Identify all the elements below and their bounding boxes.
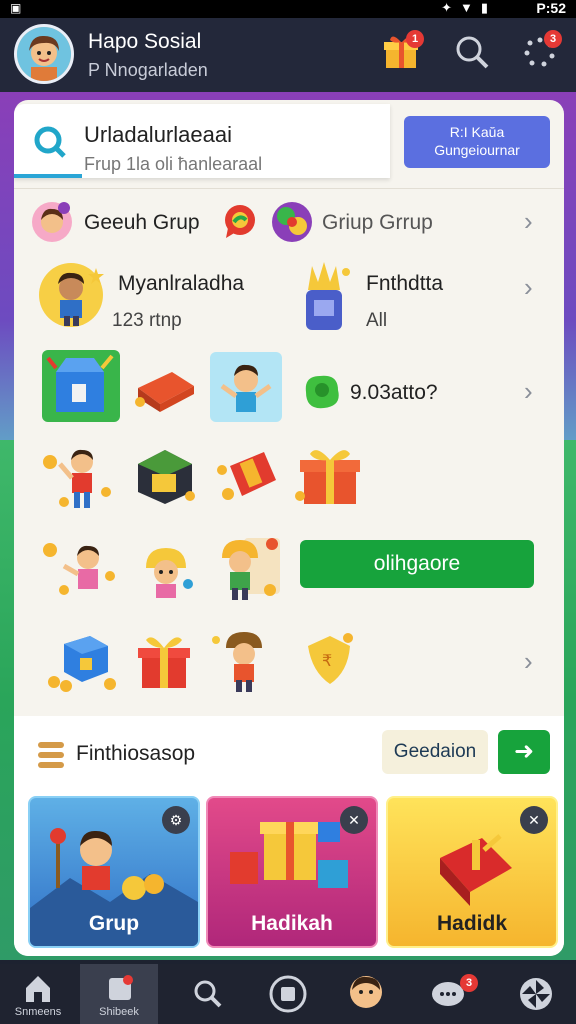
- coin-kid-icon[interactable]: [40, 536, 120, 611]
- promo-card-hadikah[interactable]: ✕ Hadikah: [206, 796, 378, 948]
- helmet-kid-icon[interactable]: [138, 540, 198, 605]
- nav-home-button[interactable]: [252, 964, 324, 1024]
- gift-badge: 1: [406, 30, 424, 48]
- search-query[interactable]: Urladalurlaeaai: [84, 122, 232, 148]
- cta-line-2: Gungeiournar: [434, 142, 520, 158]
- green-action-button[interactable]: olihgaore: [300, 540, 534, 588]
- search-icon[interactable]: [450, 30, 494, 74]
- promo-badge-icon: ✕: [340, 806, 368, 834]
- search-cta-button[interactable]: R:I Kaŭa Gungeiournar: [404, 116, 550, 168]
- nav-selected[interactable]: Shibeek: [80, 964, 158, 1024]
- group-avatar-icon: [30, 200, 74, 249]
- green-slime-icon[interactable]: [300, 370, 344, 419]
- nav-more[interactable]: [500, 964, 572, 1024]
- present-icon[interactable]: [136, 632, 192, 697]
- bottom-nav: Snmeens Shibeek 3: [0, 964, 576, 1024]
- arrow-right-button[interactable]: ➜: [498, 730, 550, 774]
- app-bar: Hapo Sosial P Nnogarladen 1 3: [0, 18, 576, 92]
- search-icon: [194, 980, 222, 1008]
- chevron-right-icon[interactable]: ›: [524, 376, 533, 407]
- scroll-list-icon: [36, 740, 66, 775]
- row3-label[interactable]: 9.03atto?: [350, 381, 438, 405]
- promo-card-hadidk[interactable]: ✕ Hadidk: [386, 796, 558, 948]
- blue-cube-icon[interactable]: [44, 630, 124, 699]
- nav-search[interactable]: [172, 964, 244, 1024]
- main-card: Urladalurlaeaai Frup 1la oli ħanlearaal …: [14, 100, 564, 956]
- chevron-right-icon[interactable]: ›: [524, 646, 533, 677]
- red-pouch-icon[interactable]: [214, 446, 286, 509]
- chevron-right-icon[interactable]: ›: [524, 206, 533, 237]
- section-pill-button[interactable]: Geedaion: [382, 730, 488, 774]
- menu-dots-icon[interactable]: 3: [518, 30, 562, 74]
- chat-badge: 3: [460, 974, 478, 992]
- chevron-right-icon[interactable]: ›: [524, 272, 533, 303]
- gift-icon[interactable]: 1: [380, 30, 424, 74]
- nav-profile[interactable]: [330, 964, 402, 1024]
- waving-kid-icon[interactable]: [40, 440, 120, 519]
- groups-label[interactable]: Geeuh Grup: [84, 211, 200, 235]
- search-icon: [30, 122, 70, 167]
- trophy-icon: [298, 260, 354, 341]
- cta-line-1: R:I Kaŭa: [449, 124, 505, 140]
- search-placeholder: Frup 1la oli ħanlearaal: [84, 154, 263, 174]
- builder-kid-icon[interactable]: [208, 534, 284, 609]
- notification-icon: ▣: [10, 1, 22, 15]
- mystery-box-icon[interactable]: [132, 444, 198, 511]
- search-box[interactable]: Urladalurlaeaai Frup 1la oli ħanlearaal: [14, 104, 390, 178]
- notepad-icon: [109, 975, 133, 1000]
- featured-right-title[interactable]: Fnthdtta: [366, 272, 443, 296]
- groups-right-label[interactable]: Griup Grrup: [322, 211, 433, 235]
- nav-selected-label: Shibeek: [99, 1006, 139, 1018]
- section-title: Finthiosasop: [76, 742, 196, 765]
- app-title: Hapo Sosial: [88, 30, 202, 53]
- toy-box-icon[interactable]: [42, 350, 120, 427]
- home-icon: [26, 976, 50, 1002]
- boy-character-icon: [36, 260, 106, 335]
- promo-card-grup[interactable]: ⚙ Grup: [28, 796, 200, 948]
- chat-bubble-icon: [220, 202, 260, 247]
- avatar[interactable]: [14, 24, 74, 84]
- gift-box-icon[interactable]: [294, 444, 364, 513]
- promo-label: Grup: [88, 912, 140, 935]
- colorful-ball-icon: [270, 200, 314, 249]
- status-bar: ▣ ✦▼▮ P:52: [0, 0, 576, 18]
- app-subtitle: P Nnogarladen: [88, 60, 208, 80]
- nav-chat[interactable]: 3: [414, 964, 486, 1024]
- search-focus-bar: [14, 174, 82, 178]
- status-time: P:52: [536, 0, 566, 16]
- signal-icons: ✦▼▮: [441, 0, 496, 15]
- kid-tile-icon[interactable]: [210, 352, 282, 427]
- nav-home[interactable]: Snmeens: [2, 964, 74, 1024]
- featured-left-title[interactable]: Myanlraladha: [118, 272, 244, 296]
- pinwheel-icon: [520, 978, 552, 1010]
- divider: [14, 188, 564, 189]
- promo-badge-icon: ✕: [520, 806, 548, 834]
- promo-label: Hadidk: [436, 912, 507, 935]
- featured-right-sub: All: [366, 310, 388, 331]
- featured-left-sub: 123 rtnp: [112, 310, 182, 331]
- gold-shield-icon[interactable]: ₹: [302, 630, 356, 693]
- profile-avatar-icon: [350, 976, 382, 1008]
- circle-square-icon: [269, 975, 307, 1013]
- nav-home-label: Snmeens: [14, 1006, 62, 1018]
- brick-toy-icon[interactable]: [132, 362, 198, 417]
- svg-text:₹: ₹: [322, 651, 332, 670]
- promo-label: Hadikah: [251, 912, 333, 935]
- miner-kid-icon[interactable]: [212, 626, 276, 701]
- menu-badge: 3: [544, 30, 562, 48]
- promo-badge-icon: ⚙: [162, 806, 190, 834]
